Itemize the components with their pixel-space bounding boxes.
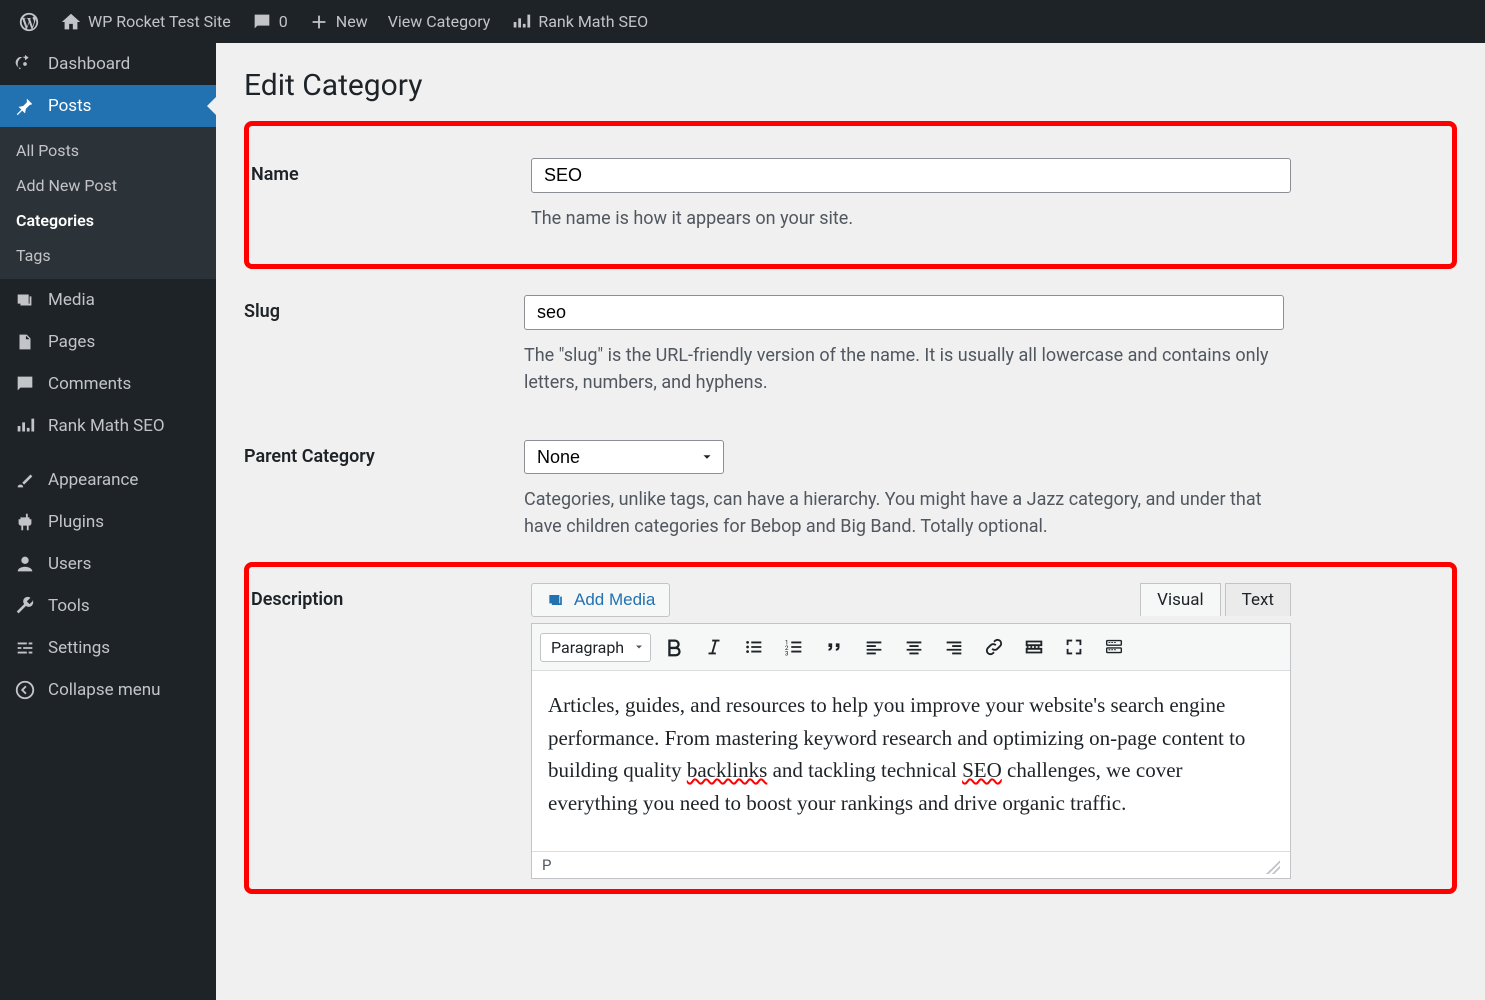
resize-handle[interactable]	[1266, 860, 1280, 874]
menu-label: Collapse menu	[48, 680, 161, 700]
menu-appearance[interactable]: Appearance	[0, 459, 216, 501]
svg-text:3: 3	[785, 649, 789, 657]
parent-select[interactable]: None	[524, 440, 724, 474]
menu-collapse[interactable]: Collapse menu	[0, 669, 216, 711]
rankmath-link[interactable]: Rank Math SEO	[500, 0, 658, 43]
view-category-link[interactable]: View Category	[378, 0, 501, 43]
rankmath-label: Rank Math SEO	[538, 12, 648, 31]
submenu-tags[interactable]: Tags	[0, 238, 216, 273]
element-path[interactable]: P	[542, 856, 551, 874]
plus-icon	[308, 11, 330, 33]
media-icon	[546, 590, 566, 610]
tab-visual[interactable]: Visual	[1140, 583, 1220, 616]
menu-label: Dashboard	[48, 54, 130, 74]
menu-label: Rank Math SEO	[48, 416, 165, 436]
menu-label: Plugins	[48, 512, 104, 532]
parent-label: Parent Category	[244, 440, 524, 540]
site-name-link[interactable]: WP Rocket Test Site	[50, 0, 241, 43]
align-right-button[interactable]	[937, 630, 971, 664]
menu-label: Comments	[48, 374, 131, 394]
tab-text[interactable]: Text	[1225, 583, 1291, 616]
admin-sidebar: Dashboard Posts All Posts Add New Post C…	[0, 43, 216, 1000]
pages-icon	[14, 331, 36, 353]
quote-button[interactable]	[817, 630, 851, 664]
read-more-button[interactable]	[1017, 630, 1051, 664]
new-label: New	[336, 12, 368, 31]
menu-plugins[interactable]: Plugins	[0, 501, 216, 543]
menu-posts[interactable]: Posts	[0, 85, 216, 127]
submenu-categories[interactable]: Categories	[0, 203, 216, 238]
editor-statusbar: P	[532, 851, 1290, 878]
editor-toolbar: Paragraph 123	[532, 624, 1290, 671]
comment-icon	[251, 11, 273, 33]
parent-description: Categories, unlike tags, can have a hier…	[524, 486, 1284, 540]
wordpress-icon	[18, 11, 40, 33]
collapse-icon	[14, 679, 36, 701]
align-center-button[interactable]	[897, 630, 931, 664]
slug-label: Slug	[244, 295, 524, 396]
menu-label: Posts	[48, 96, 91, 116]
view-category-label: View Category	[388, 12, 491, 31]
posts-submenu: All Posts Add New Post Categories Tags	[0, 127, 216, 279]
admin-bar: WP Rocket Test Site 0 New View Category …	[0, 0, 1485, 43]
menu-media[interactable]: Media	[0, 279, 216, 321]
menu-comments[interactable]: Comments	[0, 363, 216, 405]
fullscreen-button[interactable]	[1057, 630, 1091, 664]
sliders-icon	[14, 637, 36, 659]
brush-icon	[14, 469, 36, 491]
submenu-all-posts[interactable]: All Posts	[0, 133, 216, 168]
toolbar-toggle-button[interactable]	[1097, 630, 1131, 664]
slug-description: The "slug" is the URL-friendly version o…	[524, 342, 1284, 396]
editor-container: Paragraph 123	[531, 623, 1291, 879]
highlight-description-section: Description Add Media Visual Text	[244, 562, 1457, 894]
comments-link[interactable]: 0	[241, 0, 298, 43]
highlight-name-section: Name The name is how it appears on your …	[244, 121, 1457, 269]
wrench-icon	[14, 595, 36, 617]
bold-button[interactable]	[657, 630, 691, 664]
link-button[interactable]	[977, 630, 1011, 664]
chart-icon	[14, 415, 36, 437]
bullet-list-button[interactable]	[737, 630, 771, 664]
menu-tools[interactable]: Tools	[0, 585, 216, 627]
menu-users[interactable]: Users	[0, 543, 216, 585]
editor-textarea[interactable]: Articles, guides, and resources to help …	[532, 671, 1290, 851]
pin-icon	[14, 95, 36, 117]
page-title: Edit Category	[244, 68, 1457, 103]
menu-pages[interactable]: Pages	[0, 321, 216, 363]
main-content: Edit Category Name The name is how it ap…	[216, 43, 1485, 1000]
menu-label: Pages	[48, 332, 95, 352]
italic-button[interactable]	[697, 630, 731, 664]
wp-logo[interactable]	[8, 0, 50, 43]
name-input[interactable]	[531, 158, 1291, 193]
comments-count: 0	[279, 12, 288, 31]
name-description: The name is how it appears on your site.	[531, 205, 1291, 232]
site-name: WP Rocket Test Site	[88, 12, 231, 31]
add-media-label: Add Media	[574, 590, 655, 610]
media-icon	[14, 289, 36, 311]
dashboard-icon	[14, 53, 36, 75]
menu-label: Media	[48, 290, 95, 310]
slug-input[interactable]	[524, 295, 1284, 330]
name-label: Name	[251, 158, 531, 232]
menu-dashboard[interactable]: Dashboard	[0, 43, 216, 85]
description-label: Description	[251, 583, 531, 879]
chart-icon	[510, 11, 532, 33]
submenu-add-new[interactable]: Add New Post	[0, 168, 216, 203]
home-icon	[60, 11, 82, 33]
menu-label: Settings	[48, 638, 110, 658]
format-select[interactable]: Paragraph	[540, 633, 651, 662]
add-media-button[interactable]: Add Media	[531, 583, 670, 617]
new-link[interactable]: New	[298, 0, 378, 43]
user-icon	[14, 553, 36, 575]
numbered-list-button[interactable]: 123	[777, 630, 811, 664]
menu-settings[interactable]: Settings	[0, 627, 216, 669]
menu-label: Users	[48, 554, 91, 574]
align-left-button[interactable]	[857, 630, 891, 664]
menu-label: Tools	[48, 596, 90, 616]
comment-icon	[14, 373, 36, 395]
plug-icon	[14, 511, 36, 533]
menu-rankmath[interactable]: Rank Math SEO	[0, 405, 216, 447]
menu-label: Appearance	[48, 470, 138, 490]
